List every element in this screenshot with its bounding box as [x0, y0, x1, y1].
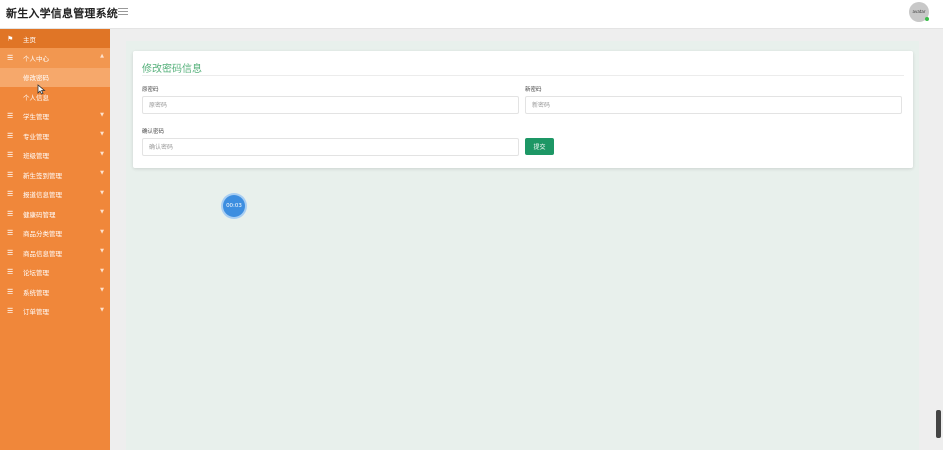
change-password-card: 修改密码信息 原密码 新密码 确认密码 提交	[133, 51, 913, 168]
sidebar-item-system[interactable]: ☰ 系统管理 ▼	[0, 282, 110, 302]
sidebar-item-majors[interactable]: ☰ 专业管理 ▼	[0, 126, 110, 146]
chevron-down-icon: ▼	[100, 287, 104, 293]
chevron-down-icon: ▼	[100, 189, 104, 196]
avatar[interactable]: avatar	[909, 2, 929, 22]
sidebar-item-report-info[interactable]: ☰ 报道信息管理 ▼	[0, 185, 110, 205]
sidebar-item-label: 商品信息管理	[23, 249, 62, 258]
chevron-up-icon: ▲	[100, 53, 104, 59]
confirm-password-input[interactable]	[142, 138, 519, 156]
sidebar-item-label: 个人中心	[23, 54, 49, 63]
list-icon: ☰	[7, 287, 14, 296]
sidebar-item-home[interactable]: ⚑ 主页	[0, 29, 110, 48]
list-icon: ☰	[7, 229, 14, 238]
avatar-text: avatar	[912, 9, 926, 14]
sidebar-item-classes[interactable]: ☰ 班级管理 ▼	[0, 146, 110, 166]
sidebar-subitem-personal-info[interactable]: 个人信息	[0, 87, 110, 107]
app-title: 新生入学信息管理系统	[6, 7, 118, 20]
online-status-icon	[925, 17, 929, 21]
sidebar-item-personal-center[interactable]: ☰ 个人中心 ▲	[0, 48, 110, 68]
old-password-input[interactable]	[142, 96, 519, 114]
sidebar-item-product-info[interactable]: ☰ 商品信息管理 ▼	[0, 243, 110, 263]
list-icon: ☰	[7, 268, 14, 277]
confirm-password-label: 确认密码	[142, 129, 165, 135]
sidebar-item-label: 系统管理	[23, 288, 49, 297]
sidebar-item-health-code[interactable]: ☰ 健康码管理 ▼	[0, 204, 110, 224]
list-icon: ☰	[7, 170, 14, 179]
sidebar-item-label: 健康码管理	[23, 210, 56, 219]
chevron-down-icon: ▼	[100, 170, 104, 176]
sidebar: ⚑ 主页 ☰ 个人中心 ▲ 修改密码 个人信息 ☰ 学生管理 ▼ ☰ 专业管理 …	[0, 29, 110, 450]
sidebar-item-label: 主页	[23, 35, 36, 44]
list-icon: ☰	[7, 307, 14, 316]
flag-icon: ⚑	[7, 34, 14, 43]
sidebar-item-label: 报道信息管理	[23, 191, 62, 200]
menu-toggle-icon[interactable]	[118, 8, 128, 17]
sidebar-item-product-category[interactable]: ☰ 商品分类管理 ▼	[0, 224, 110, 244]
sidebar-item-label: 商品分类管理	[23, 230, 62, 239]
submit-button[interactable]: 提交	[525, 138, 554, 155]
chevron-down-icon: ▼	[100, 111, 104, 118]
sidebar-item-label: 订单管理	[23, 308, 49, 317]
sidebar-item-students[interactable]: ☰ 学生管理 ▼	[0, 107, 110, 127]
chevron-down-icon: ▼	[100, 267, 104, 274]
new-password-label: 新密码	[525, 87, 542, 93]
top-bar: 新生入学信息管理系统 avatar	[0, 0, 943, 29]
chevron-down-icon: ▼	[100, 228, 104, 235]
sidebar-item-label: 论坛管理	[23, 269, 49, 278]
list-icon: ☰	[7, 151, 14, 160]
list-icon: ☰	[7, 131, 14, 140]
sidebar-item-orders[interactable]: ☰ 订单管理 ▼	[0, 302, 110, 322]
sidebar-item-forum[interactable]: ☰ 论坛管理 ▼	[0, 263, 110, 283]
chevron-down-icon: ▼	[100, 248, 104, 254]
chevron-down-icon: ▼	[100, 150, 104, 157]
scrollbar[interactable]	[936, 410, 941, 438]
chevron-down-icon: ▼	[100, 131, 104, 137]
sidebar-item-label: 新生签到管理	[23, 171, 62, 180]
card-title: 修改密码信息	[142, 64, 202, 75]
new-password-input[interactable]	[525, 96, 902, 114]
chevron-down-icon: ▼	[100, 209, 104, 215]
list-icon: ☰	[7, 248, 14, 257]
sidebar-subitem-change-password[interactable]: 修改密码	[0, 67, 110, 87]
sidebar-item-label: 学生管理	[23, 113, 49, 122]
recording-timer: 00:03	[223, 195, 245, 217]
sidebar-item-label: 班级管理	[23, 152, 49, 161]
sidebar-subitem-label: 修改密码	[23, 74, 49, 83]
old-password-label: 原密码	[142, 87, 159, 93]
chevron-down-icon: ▼	[100, 306, 104, 313]
list-icon: ☰	[7, 190, 14, 199]
list-icon: ☰	[7, 209, 14, 218]
list-icon: ☰	[7, 112, 14, 121]
sidebar-item-label: 专业管理	[23, 132, 49, 141]
divider	[142, 75, 904, 76]
list-icon: ☰	[7, 53, 14, 62]
sidebar-item-signin[interactable]: ☰ 新生签到管理 ▼	[0, 165, 110, 185]
